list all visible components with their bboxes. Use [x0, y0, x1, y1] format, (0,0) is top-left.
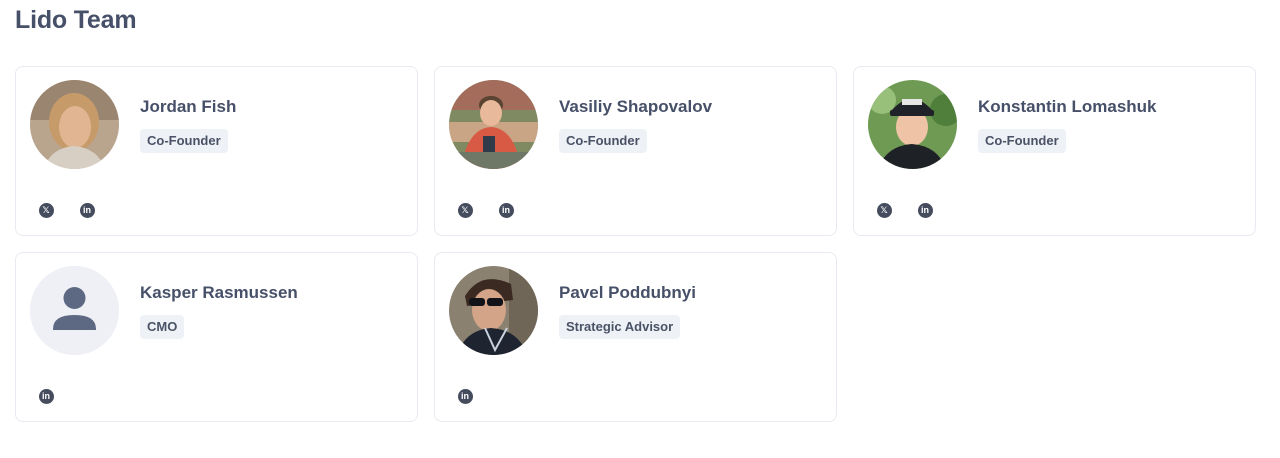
social-links: 𝕏 in — [30, 194, 103, 226]
team-grid: Jordan Fish Co-Founder 𝕏 in Vasiliy Shap… — [15, 66, 1256, 422]
linkedin-icon: in — [38, 388, 54, 404]
role-badge: Co-Founder — [140, 129, 228, 153]
x-link[interactable]: 𝕏 — [868, 194, 900, 226]
team-card-jordan-fish: Jordan Fish Co-Founder 𝕏 in — [15, 66, 418, 236]
avatar — [449, 266, 538, 355]
team-card-vasiliy-shapovalov: Vasiliy Shapovalov Co-Founder 𝕏 in — [434, 66, 837, 236]
linkedin-link[interactable]: in — [71, 194, 103, 226]
linkedin-icon: in — [498, 202, 514, 218]
social-links: 𝕏 in — [868, 194, 941, 226]
avatar — [30, 80, 119, 169]
member-name: Jordan Fish — [140, 97, 237, 116]
member-name: Vasiliy Shapovalov — [559, 97, 713, 116]
social-links: in — [449, 380, 481, 412]
linkedin-link[interactable]: in — [909, 194, 941, 226]
linkedin-link[interactable]: in — [490, 194, 522, 226]
team-card-kasper-rasmussen: Kasper Rasmussen CMO in — [15, 252, 418, 422]
x-icon: 𝕏 — [876, 202, 892, 218]
x-icon: 𝕏 — [38, 202, 54, 218]
avatar — [868, 80, 957, 169]
linkedin-icon: in — [917, 202, 933, 218]
social-links: 𝕏 in — [449, 194, 522, 226]
page-title: Lido Team — [15, 6, 137, 34]
role-badge: Strategic Advisor — [559, 315, 681, 339]
x-link[interactable]: 𝕏 — [30, 194, 62, 226]
member-name: Kasper Rasmussen — [140, 283, 298, 302]
avatar — [30, 266, 119, 355]
linkedin-link[interactable]: in — [449, 380, 481, 412]
role-badge: CMO — [140, 315, 185, 339]
team-card-pavel-poddubnyi: Pavel Poddubnyi Strategic Advisor in — [434, 252, 837, 422]
linkedin-icon: in — [457, 388, 473, 404]
team-card-konstantin-lomashuk: Konstantin Lomashuk Co-Founder 𝕏 in — [853, 66, 1256, 236]
member-name: Konstantin Lomashuk — [978, 97, 1157, 116]
social-links: in — [30, 380, 62, 412]
member-name: Pavel Poddubnyi — [559, 283, 696, 302]
linkedin-icon: in — [79, 202, 95, 218]
user-placeholder-icon — [30, 266, 119, 355]
x-icon: 𝕏 — [457, 202, 473, 218]
x-link[interactable]: 𝕏 — [449, 194, 481, 226]
linkedin-link[interactable]: in — [30, 380, 62, 412]
role-badge: Co-Founder — [559, 129, 647, 153]
avatar — [449, 80, 538, 169]
role-badge: Co-Founder — [978, 129, 1066, 153]
